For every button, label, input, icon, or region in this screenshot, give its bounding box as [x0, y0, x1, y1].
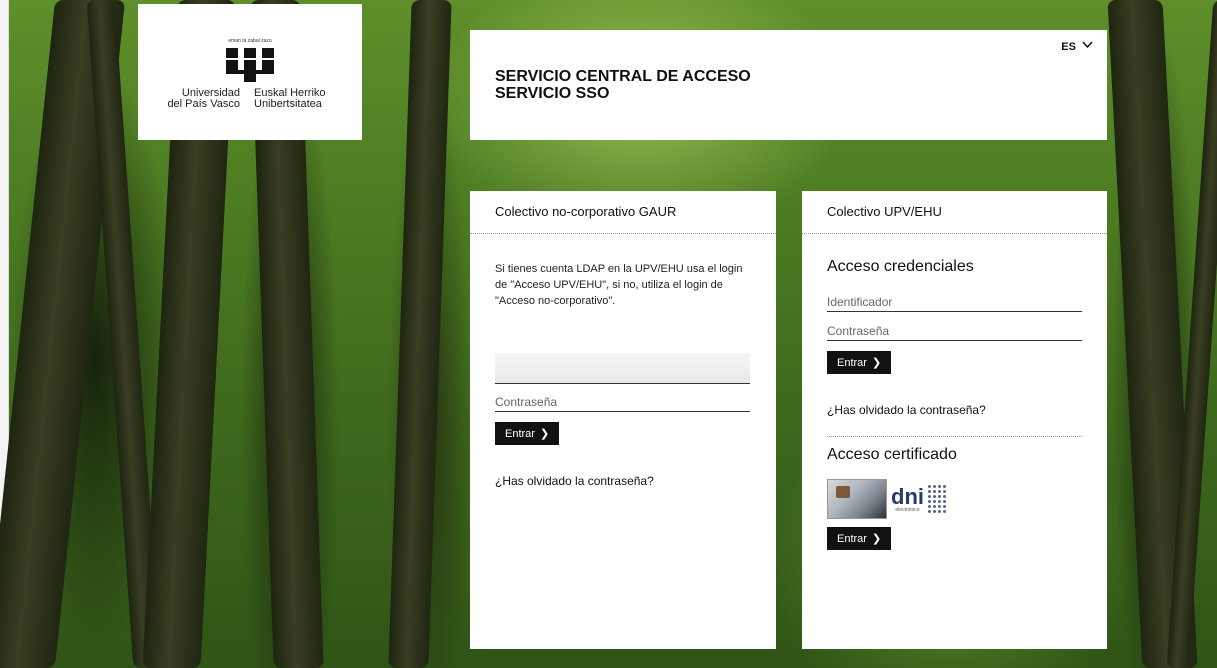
certificate-section-title: Acceso certificado	[827, 446, 957, 463]
login-page: eman ta zabal zazu Universidad del País …	[0, 0, 1217, 668]
language-label: ES	[1061, 41, 1076, 53]
smart-card-icon	[827, 479, 887, 519]
upv-panel-heading: Colectivo UPV/EHU	[802, 191, 1107, 234]
logo-name-spanish: Universidad del País Vasco	[162, 88, 240, 110]
chevron-right-icon: ❯	[539, 428, 550, 440]
university-emblem-icon	[226, 48, 274, 82]
upv-forgot-password-link[interactable]: ¿Has olvidado la contraseña?	[827, 403, 986, 417]
certificate-submit-label: Entrar	[837, 532, 867, 545]
upv-username-input[interactable]	[827, 293, 1082, 312]
university-logo[interactable]: eman ta zabal zazu Universidad del País …	[138, 4, 362, 140]
gaur-forgot-password-link[interactable]: ¿Has olvidado la contraseña?	[495, 474, 654, 488]
page-title: SERVICIO CENTRAL DE ACCESO SERVICIO SSO	[495, 68, 751, 102]
page-title-line1: SERVICIO CENTRAL DE ACCESO	[495, 68, 751, 85]
certificate-icons: dni electrónico	[827, 479, 947, 519]
upv-submit-button[interactable]: Entrar ❯	[827, 351, 892, 374]
section-divider	[827, 436, 1082, 437]
chevron-right-icon: ❯	[871, 357, 882, 369]
logo-name-basque: Euskal Herriko Unibertsitatea	[254, 88, 326, 110]
page-title-line2: SERVICIO SSO	[495, 85, 610, 102]
logo-name-eu-line2: Unibertsitatea	[254, 98, 322, 110]
gaur-submit-label: Entrar	[505, 427, 535, 440]
gaur-panel-heading: Colectivo no-corporativo GAUR	[470, 191, 776, 234]
dni-subtext: electrónico	[895, 506, 920, 513]
logo-motto: eman ta zabal zazu	[228, 38, 272, 44]
upv-login-panel: Colectivo UPV/EHU Acceso credenciales En…	[802, 191, 1107, 649]
dni-text: dni	[891, 483, 924, 509]
dni-electronico-icon: dni electrónico	[891, 480, 947, 518]
background-tree	[388, 0, 452, 668]
gaur-password-input[interactable]	[495, 393, 750, 412]
upv-password-input[interactable]	[827, 322, 1082, 341]
gaur-login-panel: Colectivo no-corporativo GAUR Si tienes …	[470, 191, 776, 649]
gaur-username-input[interactable]	[495, 353, 750, 384]
service-header: SERVICIO CENTRAL DE ACCESO SERVICIO SSO …	[470, 30, 1107, 140]
certificate-submit-button[interactable]: Entrar ❯	[827, 527, 892, 550]
chevron-right-icon: ❯	[871, 533, 882, 545]
chevron-down-icon	[1082, 41, 1093, 49]
credentials-section-title: Acceso credenciales	[827, 258, 974, 275]
upv-submit-label: Entrar	[837, 356, 867, 369]
gaur-submit-button[interactable]: Entrar ❯	[495, 422, 560, 445]
dni-dots-icon	[927, 484, 947, 514]
gaur-info-text: Si tienes cuenta LDAP en la UPV/EHU usa …	[495, 263, 743, 307]
language-selector[interactable]: ES	[1061, 41, 1093, 53]
logo-name-es-line2: del País Vasco	[167, 98, 240, 110]
